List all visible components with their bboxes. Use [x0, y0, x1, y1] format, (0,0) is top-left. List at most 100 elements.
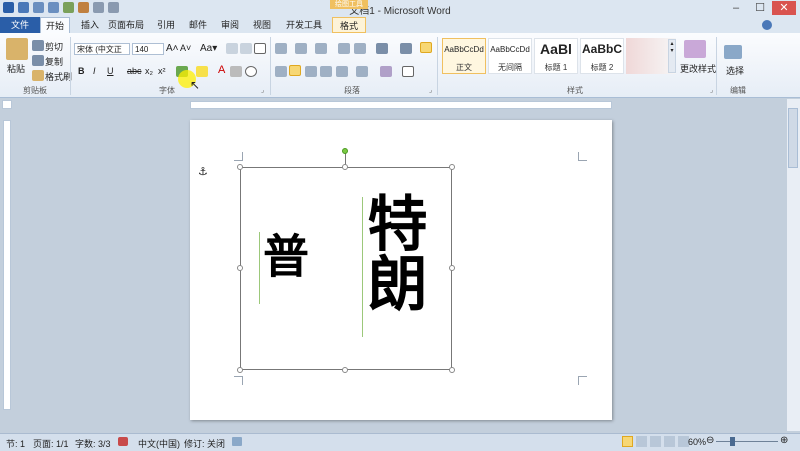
shrink-font-icon[interactable]: A˅	[180, 43, 191, 53]
resize-handle[interactable]	[449, 164, 455, 170]
clear-format-icon[interactable]	[226, 43, 238, 54]
outline-view-icon[interactable]	[664, 436, 675, 447]
change-styles-icon[interactable]	[684, 40, 706, 58]
zoom-level[interactable]: 60%	[688, 437, 706, 447]
align-center-icon[interactable]	[289, 65, 301, 76]
underline-button[interactable]: U	[107, 66, 114, 76]
numbering-icon[interactable]	[295, 43, 307, 54]
zoom-slider[interactable]	[716, 441, 778, 442]
tab-references[interactable]: 引用	[152, 17, 180, 33]
zoom-out-icon[interactable]: ⊖	[706, 435, 714, 446]
help-icon[interactable]	[762, 20, 772, 30]
paste-button[interactable]: 粘贴	[7, 62, 25, 75]
chinese-layout-icon[interactable]	[376, 43, 388, 54]
format-painter-button[interactable]: 格式刷	[45, 70, 72, 83]
highlight-icon[interactable]	[196, 66, 208, 77]
tab-developer[interactable]: 开发工具	[282, 17, 326, 33]
find-icon[interactable]	[724, 45, 742, 59]
status-track-changes[interactable]: 修订: 关闭	[184, 437, 225, 450]
bold-button[interactable]: B	[78, 66, 85, 76]
distribute-icon[interactable]	[336, 66, 348, 77]
superscript-button[interactable]: x²	[158, 66, 166, 76]
status-language[interactable]: 中文(中国)	[138, 437, 180, 450]
select-button[interactable]: 选择	[726, 64, 744, 77]
scrollbar-thumb[interactable]	[788, 108, 798, 168]
close-button[interactable]: ✕	[772, 1, 796, 15]
horizontal-ruler[interactable]	[190, 101, 612, 109]
zoom-in-icon[interactable]: ⊕	[780, 435, 788, 446]
line-spacing-icon[interactable]	[356, 66, 368, 77]
tab-format[interactable]: 格式	[332, 17, 366, 33]
style-gallery-scroll[interactable]: ▴ ▾	[668, 39, 676, 73]
rotation-handle[interactable]	[342, 148, 348, 154]
copy-button[interactable]: 复制	[45, 55, 63, 68]
show-marks-icon[interactable]	[420, 42, 432, 53]
increase-indent-icon[interactable]	[354, 43, 366, 54]
tab-review[interactable]: 审阅	[216, 17, 244, 33]
align-right-icon[interactable]	[305, 66, 317, 77]
paste-icon[interactable]	[6, 38, 28, 60]
multilevel-list-icon[interactable]	[315, 43, 327, 54]
style-heading-2[interactable]: AaBbC 标题 2	[580, 38, 624, 74]
status-section[interactable]: 节: 1	[6, 437, 25, 450]
vertical-ruler[interactable]	[3, 120, 11, 410]
resize-handle[interactable]	[237, 265, 243, 271]
vertical-text-column-1[interactable]: 特朗	[357, 192, 427, 312]
resize-handle[interactable]	[449, 367, 455, 373]
cut-button[interactable]: 剪切	[45, 40, 63, 53]
strikethrough-button[interactable]: abc	[127, 66, 142, 76]
italic-button[interactable]: I	[93, 66, 96, 76]
resize-handle[interactable]	[342, 367, 348, 373]
vertical-text-column-2[interactable]: 普	[256, 232, 310, 278]
minimize-button[interactable]: –	[724, 1, 748, 15]
style-no-spacing[interactable]: AaBbCcDd 无间隔	[488, 38, 532, 74]
web-layout-view-icon[interactable]	[650, 436, 661, 447]
font-name-combo[interactable]: 宋体 (中文正	[74, 43, 130, 55]
style-normal[interactable]: AaBbCcDd 正文	[442, 38, 486, 74]
resize-handle[interactable]	[449, 265, 455, 271]
proofing-icon[interactable]	[118, 437, 128, 446]
borders-icon[interactable]	[402, 66, 414, 77]
phonetic-guide-icon[interactable]	[240, 43, 252, 54]
font-dialog-launcher-icon[interactable]: ⌟	[261, 86, 264, 94]
resize-handle[interactable]	[237, 367, 243, 373]
tab-file[interactable]: 文件	[0, 17, 40, 33]
shading-icon[interactable]	[380, 66, 392, 77]
tab-home[interactable]: 开始	[40, 17, 70, 33]
macro-icon[interactable]	[232, 437, 242, 446]
maximize-button[interactable]: ☐	[748, 1, 772, 15]
full-screen-view-icon[interactable]	[636, 436, 647, 447]
ruler-tab-selector[interactable]	[2, 100, 12, 109]
tab-insert[interactable]: 插入	[76, 17, 104, 33]
char-shading-icon[interactable]	[230, 66, 242, 77]
resize-handle[interactable]	[237, 164, 243, 170]
font-size-combo[interactable]: 140	[132, 43, 164, 55]
tab-mailings[interactable]: 邮件	[184, 17, 212, 33]
styles-dialog-launcher-icon[interactable]: ⌟	[710, 86, 713, 94]
paragraph-dialog-launcher-icon[interactable]: ⌟	[429, 86, 432, 94]
sort-icon[interactable]	[400, 43, 412, 54]
font-color-icon[interactable]: A	[218, 64, 225, 76]
bullets-icon[interactable]	[275, 43, 287, 54]
tab-page-layout[interactable]: 页面布局	[106, 17, 146, 33]
print-layout-view-icon[interactable]	[622, 436, 633, 447]
tab-view[interactable]: 视图	[248, 17, 276, 33]
anchor-icon[interactable]: ⚓	[198, 165, 208, 178]
justify-icon[interactable]	[320, 66, 332, 77]
zoom-slider-thumb[interactable]	[730, 437, 735, 446]
align-left-icon[interactable]	[275, 66, 287, 77]
char-border-icon[interactable]	[254, 43, 266, 54]
resize-handle[interactable]	[342, 164, 348, 170]
style-heading-1[interactable]: AaBl 标题 1	[534, 38, 578, 74]
grow-font-icon[interactable]: A˄	[166, 43, 179, 54]
style-name: 正文	[456, 63, 472, 72]
status-page[interactable]: 页面: 1/1	[33, 437, 69, 450]
group-separator	[270, 37, 271, 95]
decrease-indent-icon[interactable]	[338, 43, 350, 54]
change-styles-button[interactable]: 更改样式	[680, 62, 716, 75]
subscript-button[interactable]: x₂	[145, 66, 153, 76]
change-case-icon[interactable]: Aa▾	[200, 43, 217, 54]
enclose-char-icon[interactable]	[245, 66, 257, 77]
style-name: 标题 1	[544, 63, 568, 72]
status-word-count[interactable]: 字数: 3/3	[75, 437, 111, 450]
